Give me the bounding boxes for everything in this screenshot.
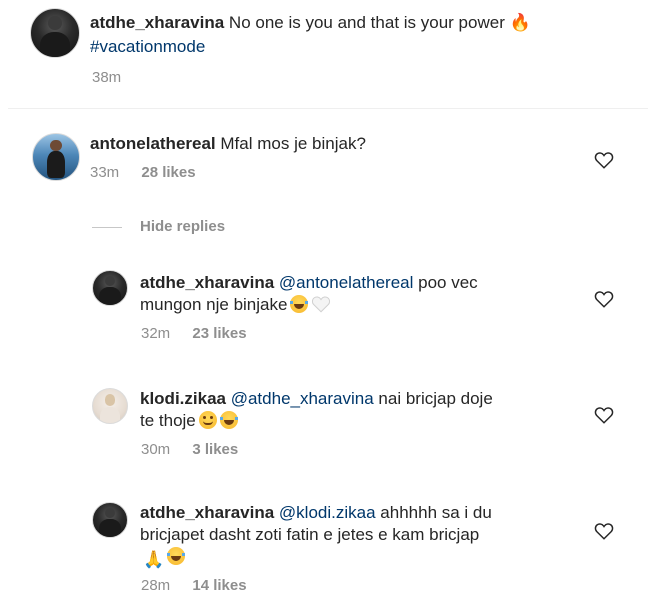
reply-text: poo vec <box>418 273 478 292</box>
reply-username[interactable]: klodi.zikaa <box>140 389 226 408</box>
reply-timestamp: 28m <box>141 577 171 594</box>
reply-avatar[interactable] <box>92 388 128 424</box>
heart-outline-icon[interactable] <box>594 406 614 424</box>
replies-connector-line <box>92 227 122 228</box>
reply-line1: atdhe_xharavina @klodi.zikaa ahhhhh sa i… <box>140 502 492 524</box>
reply-username[interactable]: atdhe_xharavina <box>140 503 274 522</box>
reply-text: ahhhhh sa i du <box>380 503 492 522</box>
reply-text-cont: te thoje <box>140 411 196 430</box>
grinning-squinting-emoji-icon <box>219 411 238 429</box>
reply-mention-link[interactable]: @klodi.zikaa <box>279 503 376 522</box>
reply-text-cont: mungon nje binjake <box>140 295 288 314</box>
reply-likes-count[interactable]: 3 likes <box>192 441 238 458</box>
post-timestamp: 38m <box>92 69 122 86</box>
reply-text-cont: bricjapet dasht zoti fatin e jetes e kam… <box>140 525 480 544</box>
heart-outline-icon[interactable] <box>594 151 614 169</box>
reply-line2: te thoje <box>140 410 238 432</box>
comment-text: Mfal mos je binjak? <box>220 134 366 153</box>
reply-mention-link[interactable]: @antonelathereal <box>279 273 413 292</box>
comment-likes-count[interactable]: 28 likes <box>141 164 195 181</box>
section-divider <box>8 108 648 109</box>
comment-username[interactable]: antonelathereal <box>90 134 216 153</box>
heart-outline-icon[interactable] <box>594 522 614 540</box>
tears-of-joy-emoji-icon <box>290 295 309 313</box>
hide-replies-button[interactable]: Hide replies <box>140 218 225 235</box>
comment-avatar[interactable] <box>32 133 80 181</box>
reply-line3: 🙏 <box>140 546 186 569</box>
reply-timestamp: 30m <box>141 441 171 458</box>
reply-text: nai bricjap doje <box>378 389 493 408</box>
heart-outline-icon[interactable] <box>594 290 614 308</box>
reply-line2: mungon nje binjake <box>140 294 331 316</box>
white-heart-emoji-icon <box>311 295 331 313</box>
post-caption-line2: #vacationmode <box>90 36 205 58</box>
reply-likes-count[interactable]: 23 likes <box>192 325 246 342</box>
reply-likes-count[interactable]: 14 likes <box>192 577 246 594</box>
post-hashtag-link[interactable]: #vacationmode <box>90 37 205 56</box>
comment-timestamp: 33m <box>90 164 120 181</box>
post-username[interactable]: atdhe_xharavina <box>90 13 224 32</box>
post-author-avatar[interactable] <box>30 8 80 58</box>
comment-line1: antonelathereal Mfal mos je binjak? <box>90 133 366 155</box>
relieved-face-emoji-icon <box>198 411 217 429</box>
reply-meta: 32m 23 likes <box>141 325 247 342</box>
reply-username[interactable]: atdhe_xharavina <box>140 273 274 292</box>
reply-line1: atdhe_xharavina @antonelathereal poo vec <box>140 272 478 294</box>
reply-avatar[interactable] <box>92 270 128 306</box>
reply-line1: klodi.zikaa @atdhe_xharavina nai bricjap… <box>140 388 493 410</box>
reply-meta: 28m 14 likes <box>141 577 247 594</box>
reply-mention-link[interactable]: @atdhe_xharavina <box>231 389 374 408</box>
reply-line2: bricjapet dasht zoti fatin e jetes e kam… <box>140 524 479 546</box>
fire-emoji-icon: 🔥 <box>509 13 531 32</box>
post-caption-text: No one is you and that is your power <box>228 13 505 32</box>
reply-meta: 30m 3 likes <box>141 441 238 458</box>
comment-meta: 33m 28 likes <box>90 164 196 181</box>
tears-of-joy-emoji-icon <box>167 547 186 565</box>
reply-timestamp: 32m <box>141 325 171 342</box>
reply-avatar[interactable] <box>92 502 128 538</box>
folded-hands-emoji-icon: 🙏 <box>143 550 165 569</box>
post-caption-line1: atdhe_xharavina No one is you and that i… <box>90 12 531 34</box>
